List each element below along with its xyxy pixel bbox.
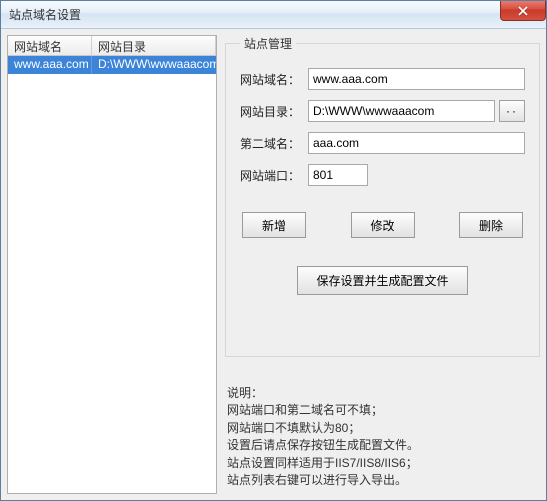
input-domain[interactable] <box>308 68 525 90</box>
input-port[interactable] <box>308 164 368 186</box>
row-domain: 网站域名： <box>240 68 525 90</box>
table-body[interactable]: www.aaa.com D:\WWW\wwwaaacom <box>8 56 216 493</box>
site-manage-group: 站点管理 网站域名： 网站目录： ·· 第二域名： 网站端口： <box>225 35 540 357</box>
close-icon <box>518 6 528 16</box>
col-domain[interactable]: 网站域名 <box>8 36 92 55</box>
row-port: 网站端口： <box>240 164 525 186</box>
save-button[interactable]: 保存设置并生成配置文件 <box>297 266 467 295</box>
action-buttons: 新增 修改 删除 <box>240 212 525 238</box>
help-text: 说明： 网站端口和第二域名可不填； 网站端口不填默认为80； 设置后请点保存按钮… <box>225 385 540 489</box>
col-dir[interactable]: 网站目录 <box>92 36 216 55</box>
help-line: 网站端口和第二域名可不填； <box>227 402 540 419</box>
help-line: 站点设置同样适用于IIS7/IIS8/IIS6； <box>227 455 540 472</box>
add-button[interactable]: 新增 <box>242 212 306 238</box>
cell-dir: D:\WWW\wwwaaacom <box>92 56 216 74</box>
label-second-domain: 第二域名： <box>240 135 308 152</box>
titlebar[interactable]: 站点域名设置 <box>1 1 546 29</box>
input-second-domain[interactable] <box>308 132 525 154</box>
label-port: 网站端口： <box>240 167 308 184</box>
table-header: 网站域名 网站目录 <box>8 36 216 56</box>
input-dir[interactable] <box>308 100 495 122</box>
save-row: 保存设置并生成配置文件 <box>240 266 525 295</box>
help-title: 说明： <box>227 385 540 402</box>
close-button[interactable] <box>500 1 546 21</box>
help-line: 设置后请点保存按钮生成配置文件。 <box>227 437 540 454</box>
help-line: 网站端口不填默认为80； <box>227 420 540 437</box>
edit-button[interactable]: 修改 <box>351 212 415 238</box>
right-pane: 站点管理 网站域名： 网站目录： ·· 第二域名： 网站端口： <box>225 35 540 494</box>
group-title: 站点管理 <box>240 35 296 52</box>
table-row[interactable]: www.aaa.com D:\WWW\wwwaaacom <box>8 56 216 74</box>
app-window: 站点域名设置 网站域名 网站目录 www.aaa.com D:\WWW\wwwa… <box>0 0 547 501</box>
row-second-domain: 第二域名： <box>240 132 525 154</box>
delete-button[interactable]: 删除 <box>459 212 523 238</box>
help-line: 站点列表右键可以进行导入导出。 <box>227 472 540 489</box>
browse-button[interactable]: ·· <box>499 100 525 122</box>
window-title: 站点域名设置 <box>9 6 81 23</box>
site-list[interactable]: 网站域名 网站目录 www.aaa.com D:\WWW\wwwaaacom <box>7 35 217 494</box>
cell-domain: www.aaa.com <box>8 56 92 74</box>
label-domain: 网站域名： <box>240 71 308 88</box>
label-dir: 网站目录： <box>240 103 308 120</box>
client-area: 网站域名 网站目录 www.aaa.com D:\WWW\wwwaaacom 站… <box>1 29 546 500</box>
row-dir: 网站目录： ·· <box>240 100 525 122</box>
